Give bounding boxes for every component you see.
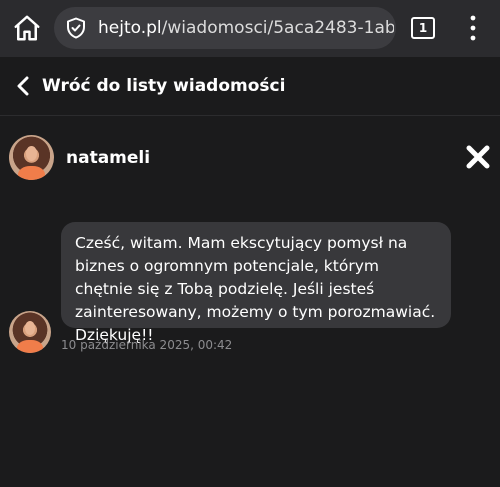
message-text: Cześć, witam. Mam ekscytujący pomysł na … [75,234,436,344]
message-timestamp: 10 października 2025, 00:42 [61,338,233,352]
home-icon[interactable] [12,13,42,43]
url-domain: hejto.pl [98,18,162,38]
back-to-list-link[interactable]: Wróć do listy wiadomości [0,57,500,115]
back-label: Wróć do listy wiadomości [42,76,286,96]
tab-count-button[interactable]: 1 [411,17,435,39]
conversation-header: natameli [0,116,500,200]
shield-icon[interactable] [64,16,88,40]
message-list: Cześć, witam. Mam ekscytujący pomysł na … [0,200,500,487]
url-path: /wiadomosci/5aca2483-1ab0-49 [161,18,394,38]
browser-toolbar: hejto.pl/wiadomosci/5aca2483-1ab0-49 1 [0,0,500,57]
username[interactable]: natameli [66,147,150,169]
message-bubble: Cześć, witam. Mam ekscytujący pomysł na … [61,222,451,344]
close-icon[interactable] [464,143,492,171]
kebab-menu-icon[interactable] [468,14,478,42]
chevron-left-icon [17,76,29,96]
avatar[interactable] [9,135,54,180]
sender-avatar[interactable] [9,311,51,353]
url-text: hejto.pl/wiadomosci/5aca2483-1ab0-49 [98,17,394,39]
url-field[interactable]: hejto.pl/wiadomosci/5aca2483-1ab0-49 [54,7,396,49]
